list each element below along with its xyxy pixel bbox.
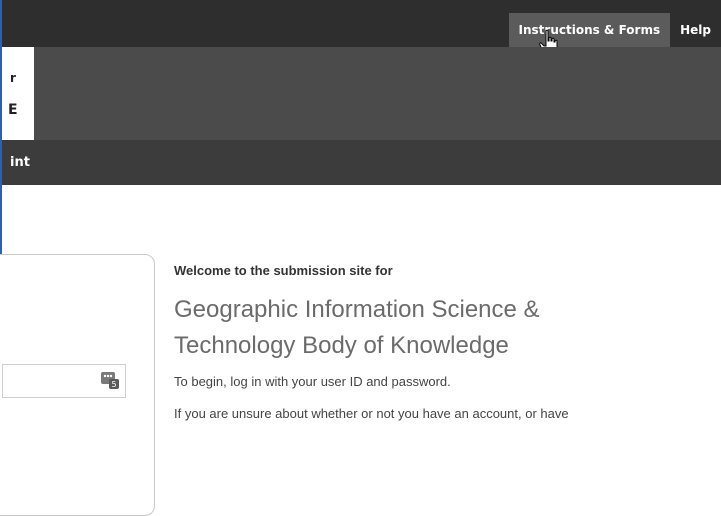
site-header-band <box>2 47 721 140</box>
site-title-line2: Technology Body of Knowledge <box>174 332 509 359</box>
logo-text-line2: E <box>8 102 18 118</box>
subnav-item-account[interactable]: int <box>2 140 30 185</box>
welcome-section: Welcome to the submission site for Geogr… <box>174 262 714 423</box>
site-logo[interactable]: r E <box>2 47 34 140</box>
instructions-paragraph-2: If you are unsure about whether or not y… <box>174 406 569 421</box>
instructions-paragraph-1: To begin, log in with your user ID and p… <box>174 374 451 389</box>
site-title-line1: Geographic Information Science & <box>174 296 540 323</box>
logo-text-line1: r <box>10 71 16 85</box>
welcome-lead: Welcome to the submission site for <box>174 263 393 278</box>
site-title: Geographic Information Science & Technol… <box>174 292 714 364</box>
password-key-icon[interactable]: 5 <box>101 371 119 389</box>
nav-item-instructions-forms[interactable]: Instructions & Forms <box>508 13 671 47</box>
secondary-navigation-bar: int <box>2 140 721 185</box>
top-navigation-bar: Instructions & Forms Help <box>2 0 721 47</box>
nav-item-help[interactable]: Help <box>670 13 721 47</box>
svg-text:5: 5 <box>112 380 117 389</box>
